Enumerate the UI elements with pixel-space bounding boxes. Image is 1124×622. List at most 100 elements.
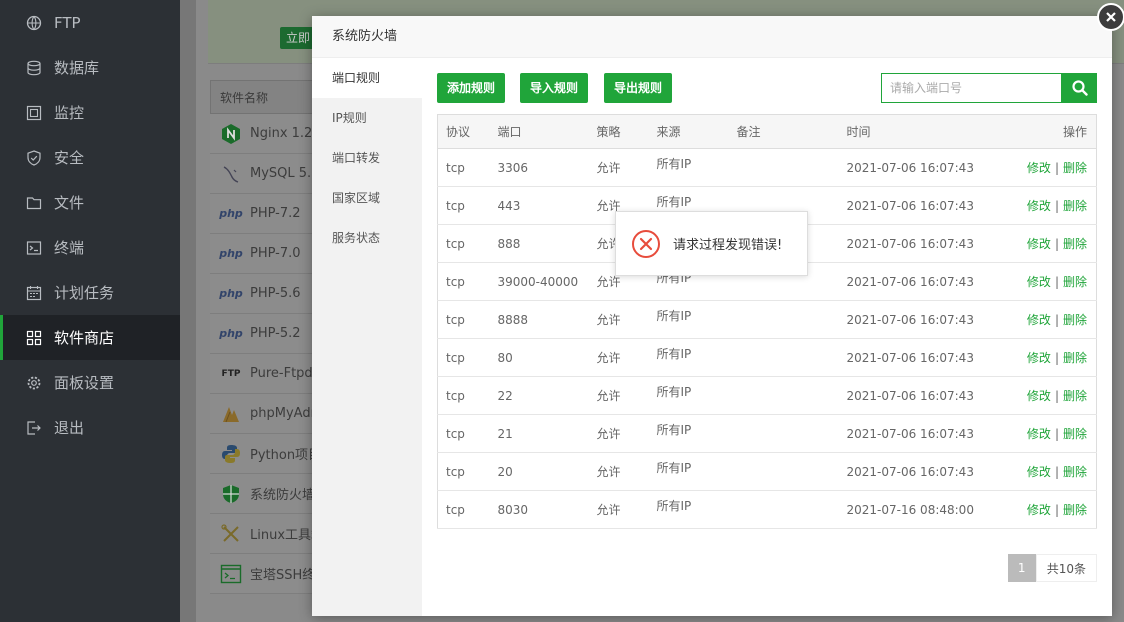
- source-text: 所有IP: [656, 461, 692, 475]
- php-icon: php: [219, 327, 243, 340]
- port-rules-table: 协议 端口 策略 来源 备注 时间 操作 tcp 3306 允许 所有IP 2021-0…: [437, 114, 1097, 529]
- logout-icon: [26, 420, 42, 436]
- cell-source: 所有IP: [656, 338, 737, 377]
- folder-icon: [26, 195, 42, 211]
- col-action: 操作: [1006, 114, 1097, 149]
- source-text: 所有IP: [656, 157, 692, 171]
- edit-link[interactable]: 修改: [1027, 275, 1051, 289]
- delete-link[interactable]: 删除: [1063, 161, 1087, 175]
- cell-actions: 修改 | 删除: [1006, 414, 1097, 453]
- cell-note: [736, 148, 847, 187]
- add-rule-button[interactable]: 添加规则: [437, 73, 506, 103]
- tab-country-region[interactable]: 国家区域: [312, 178, 422, 218]
- page-number[interactable]: 1: [1007, 554, 1036, 582]
- delete-link[interactable]: 删除: [1063, 313, 1087, 327]
- action-separator: |: [1054, 275, 1059, 289]
- edit-link[interactable]: 修改: [1027, 237, 1051, 251]
- sidebar-item-logout[interactable]: 退出: [0, 405, 180, 450]
- sidebar-item-software-store[interactable]: 软件商店: [0, 315, 180, 360]
- search-icon: [1071, 80, 1088, 96]
- close-icon: [1106, 12, 1116, 22]
- cell-policy: 允许: [596, 452, 657, 491]
- table-row: tcp 22 允许 所有IP 2021-07-06 16:07:43 修改 | 删除: [437, 376, 1097, 415]
- table-header-row: 协议 端口 策略 来源 备注 时间 操作: [437, 114, 1097, 149]
- tab-service-status[interactable]: 服务状态: [312, 218, 422, 258]
- edit-link[interactable]: 修改: [1027, 503, 1051, 517]
- software-name: PHP-5.2: [250, 326, 301, 341]
- cell-port: 8888: [497, 300, 597, 339]
- cell-policy: 允许: [596, 338, 657, 377]
- cell-port: 21: [497, 414, 597, 453]
- modal-tabs: 端口规则 IP规则 端口转发 国家区域 服务状态: [312, 58, 422, 616]
- cell-time: 2021-07-06 16:07:43: [846, 224, 1007, 263]
- delete-link[interactable]: 删除: [1063, 427, 1087, 441]
- sidebar-item-ftp[interactable]: FTP: [0, 0, 180, 45]
- delete-link[interactable]: 删除: [1063, 389, 1087, 403]
- edit-link[interactable]: 修改: [1027, 389, 1051, 403]
- tab-ip-rules[interactable]: IP规则: [312, 98, 422, 138]
- cell-source: 所有IP: [656, 300, 737, 339]
- cell-policy: 允许: [596, 300, 657, 339]
- edit-link[interactable]: 修改: [1027, 465, 1051, 479]
- edit-link[interactable]: 修改: [1027, 199, 1051, 213]
- error-message: 请求过程发现错误!: [673, 238, 783, 253]
- cell-protocol: tcp: [437, 452, 498, 491]
- delete-link[interactable]: 删除: [1063, 503, 1087, 517]
- cell-time: 2021-07-06 16:07:43: [846, 414, 1007, 453]
- delete-link[interactable]: 删除: [1063, 275, 1087, 289]
- table-row: tcp 8888 允许 所有IP 2021-07-06 16:07:43 修改 | 删除: [437, 300, 1097, 339]
- col-time[interactable]: 时间: [846, 114, 1007, 149]
- export-rule-button[interactable]: 导出规则: [604, 73, 673, 103]
- port-search-input[interactable]: [881, 73, 1062, 103]
- delete-link[interactable]: 删除: [1063, 465, 1087, 479]
- col-note[interactable]: 备注: [736, 114, 847, 149]
- modal-title: 系统防火墙: [312, 16, 1112, 58]
- sidebar-item-files[interactable]: 文件: [0, 180, 180, 225]
- sidebar-item-panel-settings[interactable]: 面板设置: [0, 360, 180, 405]
- source-text: 所有IP: [656, 385, 692, 399]
- cell-policy: 允许: [596, 414, 657, 453]
- delete-link[interactable]: 删除: [1063, 237, 1087, 251]
- edit-link[interactable]: 修改: [1027, 427, 1051, 441]
- col-protocol[interactable]: 协议: [437, 114, 498, 149]
- cell-note: [736, 338, 847, 377]
- cell-port: 39000-40000: [497, 262, 597, 301]
- source-text: 所有IP: [656, 423, 692, 437]
- action-separator: |: [1054, 389, 1059, 403]
- close-button[interactable]: [1097, 3, 1124, 31]
- edit-link[interactable]: 修改: [1027, 161, 1051, 175]
- sidebar-item-security[interactable]: 安全: [0, 135, 180, 180]
- cell-port: 443: [497, 186, 597, 225]
- port-search: [881, 73, 1097, 103]
- tab-port-forward[interactable]: 端口转发: [312, 138, 422, 178]
- import-rule-button[interactable]: 导入规则: [520, 73, 589, 103]
- sidebar-item-terminal[interactable]: 终端: [0, 225, 180, 270]
- cell-protocol: tcp: [437, 148, 498, 187]
- cell-actions: 修改 | 删除: [1006, 300, 1097, 339]
- col-port[interactable]: 端口: [497, 114, 597, 149]
- tools-icon: [220, 523, 242, 545]
- sidebar-item-monitor[interactable]: 监控: [0, 90, 180, 135]
- edit-link[interactable]: 修改: [1027, 313, 1051, 327]
- cell-policy: 允许: [596, 490, 657, 529]
- delete-link[interactable]: 删除: [1063, 199, 1087, 213]
- tab-port-rules[interactable]: 端口规则: [312, 58, 422, 98]
- shield-icon: [26, 149, 42, 166]
- sidebar-item-label: 监控: [54, 104, 85, 122]
- edit-link[interactable]: 修改: [1027, 351, 1051, 365]
- col-source[interactable]: 来源: [656, 114, 737, 149]
- source-text: 所有IP: [656, 309, 692, 323]
- cell-actions: 修改 | 删除: [1006, 262, 1097, 301]
- cell-time: 2021-07-06 16:07:43: [846, 338, 1007, 377]
- search-button[interactable]: [1062, 73, 1097, 103]
- sidebar-item-cron[interactable]: 计划任务: [0, 270, 180, 315]
- sidebar-item-database[interactable]: 数据库: [0, 45, 180, 90]
- col-policy[interactable]: 策略: [596, 114, 657, 149]
- delete-link[interactable]: 删除: [1063, 351, 1087, 365]
- phpmyadmin-icon: [220, 403, 242, 425]
- cell-note: [736, 414, 847, 453]
- cell-time: 2021-07-06 16:07:43: [846, 186, 1007, 225]
- cell-note: [736, 490, 847, 529]
- action-separator: |: [1054, 237, 1059, 251]
- monitor-icon: [26, 105, 42, 121]
